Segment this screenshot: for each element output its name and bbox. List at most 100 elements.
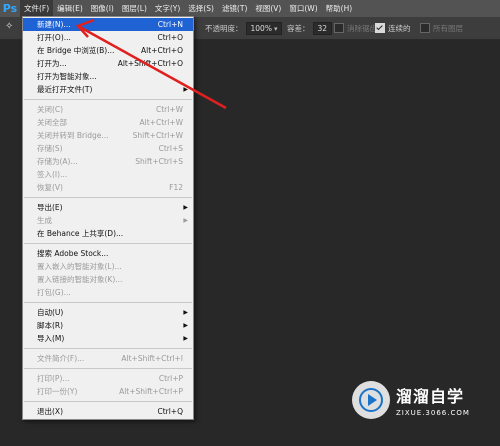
antialias-option[interactable]: 消除锯齿 [334, 17, 377, 39]
menu-item-shortcut: F12 [169, 183, 183, 192]
file-menu-item[interactable]: 打开(O)... Ctrl+O [23, 31, 193, 44]
menu-item-label: 打印(P)... [37, 374, 70, 383]
tolerance-label: 容差： [287, 23, 310, 33]
menu-separator [24, 302, 192, 303]
file-menu-item[interactable]: 脚本(R) ▶ [23, 319, 193, 332]
magic-wand-tool-icon[interactable]: ✧ [5, 21, 19, 35]
menu-item-label: 在 Behance 上共享(D)... [37, 229, 124, 238]
file-menu-item[interactable]: 打开为... Alt+Shift+Ctrl+O [23, 57, 193, 70]
menu-item-label: 恢复(V) [37, 183, 63, 192]
play-logo-icon [352, 381, 390, 419]
menu-item-shortcut: Alt+Shift+Ctrl+P [119, 387, 183, 396]
menu-item-shortcut: Ctrl+P [158, 374, 183, 383]
file-menu-item[interactable]: 搜索 Adobe Stock... [23, 247, 193, 260]
photoshop-logo: Ps [2, 2, 18, 15]
submenu-arrow-icon: ▶ [183, 86, 188, 93]
menu-item-shortcut: Ctrl+N [157, 20, 183, 29]
watermark: 溜溜自学 ZIXUE.3066.COM [352, 375, 492, 425]
file-menu-item[interactable]: 在 Bridge 中浏览(B)... Alt+Ctrl+O [23, 44, 193, 57]
menu-title[interactable]: 编辑(E) [53, 0, 87, 17]
file-menu-item: 置入链接的智能对象(K)... [23, 273, 193, 286]
file-menu-item[interactable]: 最近打开文件(T) ▶ [23, 83, 193, 96]
menu-item-label: 关闭全部 [37, 118, 67, 127]
menu-title[interactable]: 文字(Y) [151, 0, 184, 17]
file-menu-item[interactable]: 在 Behance 上共享(D)... [23, 227, 193, 240]
menu-separator [24, 197, 192, 198]
antialias-checkbox[interactable] [334, 23, 344, 33]
contiguous-option[interactable]: 连续的 [375, 17, 411, 39]
menu-title[interactable]: 窗口(W) [285, 0, 321, 17]
menu-item-label: 关闭并转到 Bridge... [37, 131, 109, 140]
contiguous-label: 连续的 [388, 23, 411, 33]
menu-item-shortcut: Alt+Ctrl+O [141, 46, 183, 55]
tolerance-input[interactable]: 32 [312, 21, 333, 35]
submenu-arrow-icon: ▶ [183, 322, 188, 329]
watermark-subtitle: ZIXUE.3066.COM [396, 409, 470, 417]
menu-item-label: 关闭(C) [37, 105, 64, 114]
menu-item-label: 置入链接的智能对象(K)... [37, 275, 123, 284]
menu-title[interactable]: 视图(V) [251, 0, 285, 17]
menu-item-label: 在 Bridge 中浏览(B)... [37, 46, 115, 55]
all-layers-option[interactable]: 所有图层 [420, 17, 463, 39]
file-menu-item: 打印一份(Y) Alt+Shift+Ctrl+P [23, 385, 193, 398]
menu-title[interactable]: 图层(L) [118, 0, 151, 17]
menu-item-shortcut: Alt+Ctrl+W [139, 118, 183, 127]
file-menu-item[interactable]: 退出(X) Ctrl+Q [23, 405, 193, 418]
opacity-label: 不透明度： [205, 23, 243, 33]
menu-item-shortcut: Shift+Ctrl+W [132, 131, 183, 140]
file-menu-item: 签入(I)... [23, 168, 193, 181]
menu-item-shortcut: Alt+Shift+Ctrl+O [117, 59, 183, 68]
menu-item-label: 文件简介(F)... [37, 354, 85, 363]
antialias-label: 消除锯齿 [347, 23, 377, 33]
file-menu-item[interactable]: 导出(E) ▶ [23, 201, 193, 214]
menu-item-label: 生成 [37, 216, 52, 225]
menu-titles: 文件(F) 编辑(E) 图像(I) 图层(L) 文字(Y) 选择(S) 滤镜(T) 视图(V)… [20, 0, 356, 17]
chevron-down-icon: ▾ [273, 24, 278, 33]
file-menu-item[interactable]: 新建(N)... Ctrl+N [23, 18, 193, 31]
contiguous-checkbox[interactable] [375, 23, 385, 33]
menu-item-label: 打开为智能对象... [37, 72, 97, 81]
menu-item-label: 退出(X) [37, 407, 63, 416]
menu-item-label: 打开为... [37, 59, 67, 68]
menu-bar: Ps 文件(F) 编辑(E) 图像(I) 图层(L) 文字(Y) 选择(S) 滤镜(T) 视图… [0, 0, 500, 17]
menu-item-label: 自动(U) [37, 308, 64, 317]
menu-item-shortcut: Alt+Shift+Ctrl+I [121, 354, 183, 363]
file-menu-item[interactable]: 自动(U) ▶ [23, 306, 193, 319]
menu-separator [24, 348, 192, 349]
menu-title[interactable]: 文件(F) [20, 0, 54, 17]
menu-item-shortcut: Ctrl+S [158, 144, 183, 153]
all-layers-checkbox[interactable] [420, 23, 430, 33]
menu-item-label: 导出(E) [37, 203, 63, 212]
opacity-group: 不透明度： 100% ▾ [205, 17, 283, 39]
menu-item-shortcut: Shift+Ctrl+S [135, 157, 183, 166]
file-menu-dropdown: 新建(N)... Ctrl+N 打开(O)... Ctrl+O 在 Bridge 中浏览… [22, 16, 194, 420]
watermark-title: 溜溜自学 [396, 387, 465, 406]
menu-separator [24, 368, 192, 369]
file-menu-item: 打印(P)... Ctrl+P [23, 372, 193, 385]
menu-title[interactable]: 滤镜(T) [218, 0, 251, 17]
menu-separator [24, 401, 192, 402]
submenu-arrow-icon: ▶ [183, 204, 188, 211]
opacity-input[interactable]: 100% ▾ [245, 21, 283, 35]
submenu-arrow-icon: ▶ [183, 309, 188, 316]
menu-separator [24, 243, 192, 244]
menu-item-label: 脚本(R) [37, 321, 64, 330]
submenu-arrow-icon: ▶ [183, 335, 188, 342]
menu-title[interactable]: 选择(S) [184, 0, 218, 17]
menu-item-label: 打包(G)... [37, 288, 71, 297]
file-menu-item: 存储(S) Ctrl+S [23, 142, 193, 155]
file-menu-item[interactable]: 导入(M) ▶ [23, 332, 193, 345]
file-menu-item: 关闭并转到 Bridge... Shift+Ctrl+W [23, 129, 193, 142]
menu-item-label: 新建(N)... [37, 20, 71, 29]
menu-item-label: 签入(I)... [37, 170, 68, 179]
file-menu-item[interactable]: 打开为智能对象... [23, 70, 193, 83]
menu-item-label: 置入嵌入的智能对象(L)... [37, 262, 122, 271]
menu-item-label: 导入(M) [37, 334, 65, 343]
tolerance-group: 容差： 32 [287, 17, 333, 39]
menu-title[interactable]: 图像(I) [87, 0, 118, 17]
menu-title[interactable]: 帮助(H) [322, 0, 357, 17]
menu-item-shortcut: Ctrl+O [157, 33, 183, 42]
menu-item-label: 打开(O)... [37, 33, 71, 42]
menu-separator [24, 99, 192, 100]
menu-item-label: 存储为(A)... [37, 157, 78, 166]
